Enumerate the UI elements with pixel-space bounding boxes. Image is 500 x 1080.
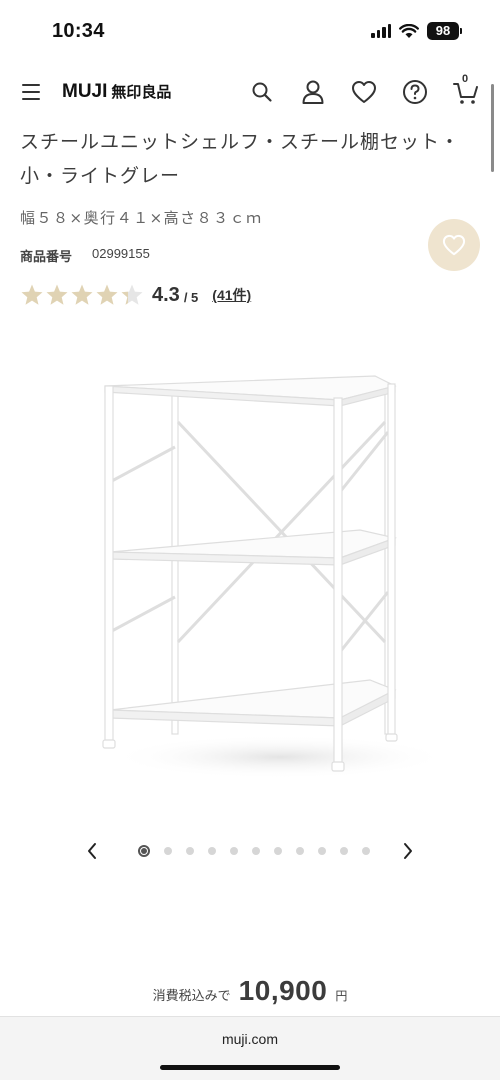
help-icon[interactable]	[401, 78, 429, 106]
wifi-icon	[399, 23, 419, 39]
price-tax-label: 消費税込みで	[152, 989, 231, 1004]
carousel-dot[interactable]	[318, 847, 326, 855]
home-indicator[interactable]	[160, 1065, 340, 1070]
favorite-button[interactable]	[428, 219, 480, 271]
chevron-right-icon	[404, 843, 412, 859]
rating-stars	[20, 283, 144, 307]
carousel-dot[interactable]	[362, 847, 370, 855]
heart-icon[interactable]	[350, 78, 378, 106]
carousel-dot[interactable]	[208, 847, 216, 855]
rating-value: 4.3	[152, 283, 180, 306]
carousel-dot[interactable]	[138, 845, 150, 857]
star-icon	[20, 283, 44, 307]
product-image[interactable]	[50, 352, 450, 792]
status-time: 10:34	[52, 20, 105, 42]
star-icon	[45, 283, 69, 307]
rating-max: / 5	[183, 289, 199, 305]
cart-count: 0	[462, 73, 469, 85]
star-icon	[70, 283, 94, 307]
carousel-dot[interactable]	[252, 847, 260, 855]
signal-icon	[371, 24, 391, 38]
heart-icon	[442, 234, 466, 256]
battery-icon: 98	[427, 22, 462, 40]
carousel-dot[interactable]	[296, 847, 304, 855]
carousel-dots	[112, 845, 396, 857]
carousel-dot[interactable]	[230, 847, 238, 855]
carousel-dot[interactable]	[186, 847, 194, 855]
price-unit: 円	[335, 989, 348, 1003]
product-code-label: 商品番号	[20, 250, 73, 265]
logo-japanese: 無印良品	[111, 83, 172, 101]
review-count-link[interactable]: (41件)	[212, 285, 251, 305]
status-icons: 98	[371, 22, 462, 40]
chevron-left-icon	[88, 843, 96, 859]
price-row: 消費税込みで 10,900 円	[0, 975, 500, 1007]
site-header: MUJI 無印良品 0	[0, 62, 500, 124]
battery-level: 98	[427, 22, 459, 40]
carousel-dot[interactable]	[274, 847, 282, 855]
cart-icon[interactable]: 0	[452, 73, 480, 106]
url-text[interactable]: muji.com	[0, 1031, 500, 1047]
scrollbar[interactable]	[491, 84, 494, 172]
user-icon[interactable]	[299, 78, 327, 106]
image-carousel-nav	[80, 838, 420, 864]
star-icon	[120, 283, 144, 307]
carousel-dot[interactable]	[340, 847, 348, 855]
product-code: 商品番号 02999155	[20, 246, 150, 265]
product-title: スチールユニットシェルフ・スチール棚セット・小・ライトグレー	[20, 131, 461, 187]
price-value: 10,900	[238, 975, 328, 1006]
product-size: 幅５８×奥行４１×高さ８３ｃｍ	[20, 209, 263, 227]
carousel-dot[interactable]	[164, 847, 172, 855]
carousel-prev-button[interactable]	[80, 838, 104, 864]
product-rating: 4.3 / 5 (41件)	[20, 283, 251, 307]
search-icon[interactable]	[248, 78, 276, 106]
carousel-next-button[interactable]	[396, 838, 420, 864]
menu-icon[interactable]	[22, 84, 40, 100]
browser-url-bar[interactable]: muji.com	[0, 1016, 500, 1080]
muji-logo[interactable]: MUJI 無印良品	[62, 81, 171, 103]
product-code-value: 02999155	[92, 246, 150, 261]
star-icon	[95, 283, 119, 307]
logo-latin: MUJI	[62, 81, 108, 102]
status-bar: 10:34 98	[0, 0, 500, 62]
